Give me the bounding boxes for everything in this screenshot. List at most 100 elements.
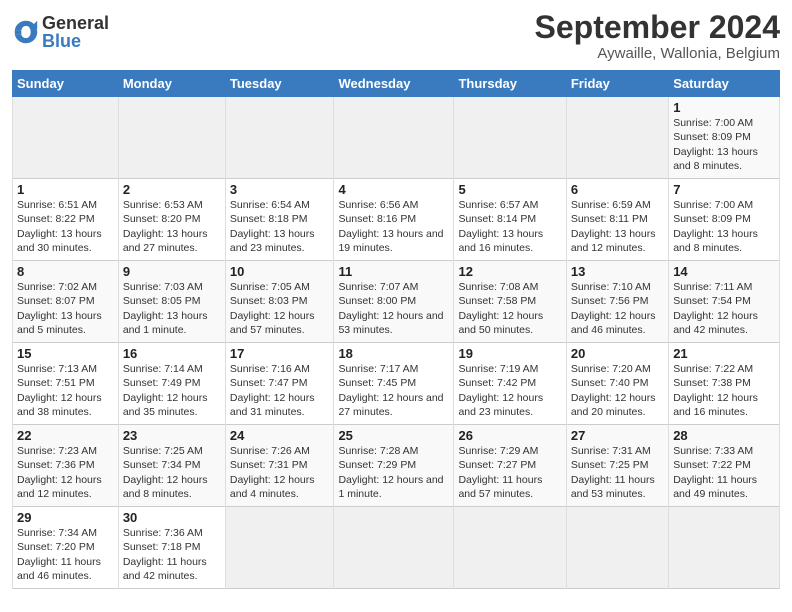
calendar-cell: 7Sunrise: 7:00 AMSunset: 8:09 PMDaylight…	[669, 179, 780, 261]
location: Aywaille, Wallonia, Belgium	[535, 45, 780, 62]
day-info: Sunrise: 6:56 AMSunset: 8:16 PMDaylight:…	[338, 198, 449, 255]
calendar-week-2: 8Sunrise: 7:02 AMSunset: 8:07 PMDaylight…	[13, 261, 780, 343]
day-info: Sunrise: 7:22 AMSunset: 7:38 PMDaylight:…	[673, 362, 775, 419]
day-info: Sunrise: 6:51 AMSunset: 8:22 PMDaylight:…	[17, 198, 114, 255]
calendar-cell: 22Sunrise: 7:23 AMSunset: 7:36 PMDayligh…	[13, 425, 119, 507]
calendar-cell: 21Sunrise: 7:22 AMSunset: 7:38 PMDayligh…	[669, 343, 780, 425]
header: General Blue September 2024 Aywaille, Wa…	[12, 10, 780, 62]
day-number: 29	[17, 510, 114, 525]
calendar-cell: 13Sunrise: 7:10 AMSunset: 7:56 PMDayligh…	[566, 261, 668, 343]
day-number: 4	[338, 182, 449, 197]
day-info: Sunrise: 7:36 AMSunset: 7:18 PMDaylight:…	[123, 526, 221, 583]
logo: General Blue	[12, 14, 109, 50]
col-monday: Monday	[118, 71, 225, 97]
day-info: Sunrise: 7:03 AMSunset: 8:05 PMDaylight:…	[123, 280, 221, 337]
day-number: 21	[673, 346, 775, 361]
day-number: 9	[123, 264, 221, 279]
day-number: 28	[673, 428, 775, 443]
day-number: 1	[17, 182, 114, 197]
col-saturday: Saturday	[669, 71, 780, 97]
day-number: 14	[673, 264, 775, 279]
month-title: September 2024	[535, 10, 780, 45]
day-info: Sunrise: 7:33 AMSunset: 7:22 PMDaylight:…	[673, 444, 775, 501]
day-number: 23	[123, 428, 221, 443]
calendar-week-3: 15Sunrise: 7:13 AMSunset: 7:51 PMDayligh…	[13, 343, 780, 425]
day-info: Sunrise: 7:23 AMSunset: 7:36 PMDaylight:…	[17, 444, 114, 501]
day-info: Sunrise: 7:07 AMSunset: 8:00 PMDaylight:…	[338, 280, 449, 337]
calendar-week-0: 1Sunrise: 7:00 AMSunset: 8:09 PMDaylight…	[13, 97, 780, 179]
day-number: 10	[230, 264, 330, 279]
calendar-cell: 29Sunrise: 7:34 AMSunset: 7:20 PMDayligh…	[13, 507, 119, 589]
day-info: Sunrise: 7:26 AMSunset: 7:31 PMDaylight:…	[230, 444, 330, 501]
logo-text: General Blue	[42, 14, 109, 50]
col-friday: Friday	[566, 71, 668, 97]
calendar-cell: 18Sunrise: 7:17 AMSunset: 7:45 PMDayligh…	[334, 343, 454, 425]
calendar-week-4: 22Sunrise: 7:23 AMSunset: 7:36 PMDayligh…	[13, 425, 780, 507]
calendar-cell: 10Sunrise: 7:05 AMSunset: 8:03 PMDayligh…	[225, 261, 334, 343]
day-number: 12	[458, 264, 561, 279]
day-info: Sunrise: 7:25 AMSunset: 7:34 PMDaylight:…	[123, 444, 221, 501]
calendar-cell	[13, 97, 119, 179]
logo-general-text: General	[42, 14, 109, 32]
main-container: General Blue September 2024 Aywaille, Wa…	[0, 0, 792, 597]
day-info: Sunrise: 7:13 AMSunset: 7:51 PMDaylight:…	[17, 362, 114, 419]
day-number: 6	[571, 182, 664, 197]
day-info: Sunrise: 7:20 AMSunset: 7:40 PMDaylight:…	[571, 362, 664, 419]
day-info: Sunrise: 7:34 AMSunset: 7:20 PMDaylight:…	[17, 526, 114, 583]
calendar-cell: 6Sunrise: 6:59 AMSunset: 8:11 PMDaylight…	[566, 179, 668, 261]
calendar-cell: 25Sunrise: 7:28 AMSunset: 7:29 PMDayligh…	[334, 425, 454, 507]
day-number: 30	[123, 510, 221, 525]
calendar-cell: 1Sunrise: 7:00 AMSunset: 8:09 PMDaylight…	[669, 97, 780, 179]
col-wednesday: Wednesday	[334, 71, 454, 97]
calendar-cell	[669, 507, 780, 589]
calendar-table: Sunday Monday Tuesday Wednesday Thursday…	[12, 70, 780, 589]
day-info: Sunrise: 7:10 AMSunset: 7:56 PMDaylight:…	[571, 280, 664, 337]
calendar-cell	[225, 507, 334, 589]
day-info: Sunrise: 7:05 AMSunset: 8:03 PMDaylight:…	[230, 280, 330, 337]
day-number: 15	[17, 346, 114, 361]
day-info: Sunrise: 7:11 AMSunset: 7:54 PMDaylight:…	[673, 280, 775, 337]
calendar-cell	[118, 97, 225, 179]
day-info: Sunrise: 7:29 AMSunset: 7:27 PMDaylight:…	[458, 444, 561, 501]
day-number: 22	[17, 428, 114, 443]
day-info: Sunrise: 7:16 AMSunset: 7:47 PMDaylight:…	[230, 362, 330, 419]
day-info: Sunrise: 7:00 AMSunset: 8:09 PMDaylight:…	[673, 116, 775, 173]
day-number: 27	[571, 428, 664, 443]
day-number: 1	[673, 100, 775, 115]
calendar-cell	[454, 507, 566, 589]
calendar-cell: 27Sunrise: 7:31 AMSunset: 7:25 PMDayligh…	[566, 425, 668, 507]
calendar-cell: 4Sunrise: 6:56 AMSunset: 8:16 PMDaylight…	[334, 179, 454, 261]
calendar-cell	[225, 97, 334, 179]
logo-icon	[12, 18, 40, 46]
calendar-cell: 8Sunrise: 7:02 AMSunset: 8:07 PMDaylight…	[13, 261, 119, 343]
day-number: 11	[338, 264, 449, 279]
calendar-cell	[454, 97, 566, 179]
day-number: 25	[338, 428, 449, 443]
calendar-cell: 19Sunrise: 7:19 AMSunset: 7:42 PMDayligh…	[454, 343, 566, 425]
calendar-cell: 23Sunrise: 7:25 AMSunset: 7:34 PMDayligh…	[118, 425, 225, 507]
day-number: 13	[571, 264, 664, 279]
calendar-week-1: 1Sunrise: 6:51 AMSunset: 8:22 PMDaylight…	[13, 179, 780, 261]
day-info: Sunrise: 7:19 AMSunset: 7:42 PMDaylight:…	[458, 362, 561, 419]
calendar-cell: 24Sunrise: 7:26 AMSunset: 7:31 PMDayligh…	[225, 425, 334, 507]
calendar-cell: 5Sunrise: 6:57 AMSunset: 8:14 PMDaylight…	[454, 179, 566, 261]
day-number: 2	[123, 182, 221, 197]
day-number: 18	[338, 346, 449, 361]
calendar-cell: 14Sunrise: 7:11 AMSunset: 7:54 PMDayligh…	[669, 261, 780, 343]
calendar-cell: 15Sunrise: 7:13 AMSunset: 7:51 PMDayligh…	[13, 343, 119, 425]
day-info: Sunrise: 7:31 AMSunset: 7:25 PMDaylight:…	[571, 444, 664, 501]
day-number: 17	[230, 346, 330, 361]
day-number: 20	[571, 346, 664, 361]
calendar-cell: 30Sunrise: 7:36 AMSunset: 7:18 PMDayligh…	[118, 507, 225, 589]
calendar-cell: 17Sunrise: 7:16 AMSunset: 7:47 PMDayligh…	[225, 343, 334, 425]
calendar-week-5: 29Sunrise: 7:34 AMSunset: 7:20 PMDayligh…	[13, 507, 780, 589]
day-info: Sunrise: 7:00 AMSunset: 8:09 PMDaylight:…	[673, 198, 775, 255]
day-info: Sunrise: 6:57 AMSunset: 8:14 PMDaylight:…	[458, 198, 561, 255]
day-info: Sunrise: 7:02 AMSunset: 8:07 PMDaylight:…	[17, 280, 114, 337]
day-number: 26	[458, 428, 561, 443]
calendar-cell: 26Sunrise: 7:29 AMSunset: 7:27 PMDayligh…	[454, 425, 566, 507]
day-info: Sunrise: 6:59 AMSunset: 8:11 PMDaylight:…	[571, 198, 664, 255]
calendar-cell: 20Sunrise: 7:20 AMSunset: 7:40 PMDayligh…	[566, 343, 668, 425]
calendar-cell: 2Sunrise: 6:53 AMSunset: 8:20 PMDaylight…	[118, 179, 225, 261]
col-sunday: Sunday	[13, 71, 119, 97]
